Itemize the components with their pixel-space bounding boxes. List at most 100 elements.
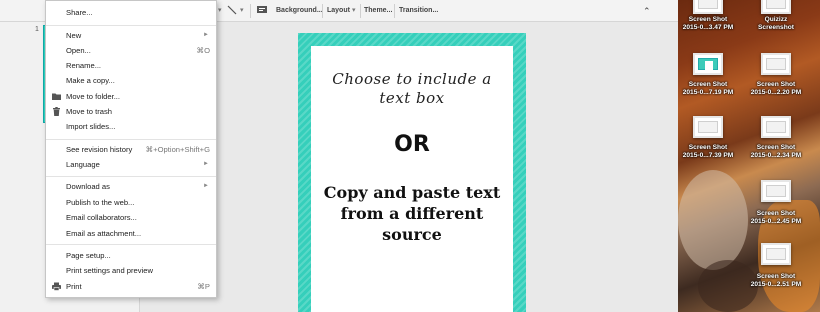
menu-item-language-label: Language [66, 160, 100, 169]
menu-item-new[interactable]: New ► [46, 28, 216, 43]
menu-item-download-as[interactable]: Download as ► [46, 179, 216, 194]
screenshot-thumbnail-icon [761, 116, 791, 138]
menu-item-move-to-folder-label: Move to folder... [66, 92, 121, 101]
toolbar-divider [394, 4, 395, 18]
submenu-arrow-icon: ► [203, 32, 209, 38]
menu-item-rename[interactable]: Rename... [46, 58, 216, 73]
menu-item-open[interactable]: Open... ⌘O [46, 43, 216, 58]
desktop-file-name: Screen Shot [756, 210, 796, 217]
desktop-file-name: 2015-0...3.47 PM [682, 24, 734, 31]
wallpaper-shape [678, 170, 748, 270]
fill-color-dropdown[interactable]: ▾ [218, 3, 222, 19]
desktop-file-icon[interactable]: Screen Shot 2015-0...7.39 PM [676, 116, 740, 160]
desktop-file-name: 2015-0...7.39 PM [682, 152, 734, 159]
folder-icon [52, 93, 61, 100]
slide-number: 1 [35, 26, 39, 33]
menu-item-revision-history-label: See revision history [66, 145, 133, 154]
menu-separator [46, 176, 216, 177]
desktop-file-name: Screen Shot [756, 81, 796, 88]
slide-content-area[interactable]: Choose to include a text box OR Copy and… [311, 46, 513, 312]
menu-item-download-as-label: Download as [66, 182, 110, 191]
comment-icon[interactable] [256, 4, 268, 16]
copy-line-1: Copy and paste text [323, 183, 501, 202]
menu-item-share-label: Share... [66, 8, 93, 17]
menu-item-move-to-trash[interactable]: Move to trash [46, 104, 216, 119]
layout-button[interactable]: Layout [327, 3, 350, 19]
slide[interactable]: Choose to include a text box OR Copy and… [298, 33, 526, 312]
menu-item-print[interactable]: Print ⌘P [46, 279, 216, 294]
menu-item-language[interactable]: Language ► [46, 157, 216, 172]
menu-item-email-attachment[interactable]: Email as attachment... [46, 226, 216, 241]
menu-item-move-to-trash-label: Move to trash [66, 107, 113, 116]
menu-item-publish[interactable]: Publish to the web... [46, 195, 216, 210]
line-tool-icon[interactable] [226, 4, 238, 16]
screenshot-thumbnail-icon [761, 0, 791, 14]
menu-item-import-slides[interactable]: Import slides... [46, 119, 216, 134]
menu-item-print-label: Print [66, 282, 82, 291]
menu-item-import-slides-label: Import slides... [66, 122, 116, 131]
desktop-file-name: 2015-0...7.19 PM [682, 89, 734, 96]
menu-item-revision-history[interactable]: See revision history ⌘+Option+Shift+G [46, 142, 216, 157]
desktop-file-name: Screen Shot [756, 144, 796, 151]
menu-item-share[interactable]: Share... [46, 5, 216, 20]
printer-icon [52, 282, 61, 291]
desktop-file-name: Screen Shot [688, 81, 728, 88]
menu-item-print-settings[interactable]: Print settings and preview [46, 263, 216, 278]
desktop-file-name: 2015-0...2.34 PM [750, 152, 802, 159]
trash-icon [53, 107, 60, 116]
desktop-file-name: Screen Shot [688, 16, 728, 23]
toolbar-divider [322, 4, 323, 18]
submenu-arrow-icon: ► [203, 183, 209, 189]
instruction-line-1: Choose to include a [332, 70, 492, 88]
desktop-file-name: Screenshot [758, 24, 794, 31]
menu-item-email-collaborators[interactable]: Email collaborators... [46, 210, 216, 225]
screenshot-thumbnail-icon [761, 243, 791, 265]
desktop-file-icon[interactable]: Screen Shot 2015-0...2.51 PM [744, 243, 808, 289]
toolbar-divider [250, 4, 251, 18]
menu-item-email-collaborators-label: Email collaborators... [66, 213, 137, 222]
copy-line-3: source [382, 225, 442, 244]
desktop-background: Screen Shot 2015-0...3.47 PM Quizizz Scr… [678, 0, 820, 312]
menu-separator [46, 244, 216, 245]
submenu-arrow-icon: ► [203, 161, 209, 167]
menu-item-make-copy[interactable]: Make a copy... [46, 73, 216, 88]
layout-dropdown[interactable]: ▾ [352, 3, 356, 19]
desktop-file-icon[interactable]: Screen Shot 2015-0...2.45 PM [744, 180, 808, 226]
menu-item-page-setup[interactable]: Page setup... [46, 248, 216, 263]
desktop-file-name: 2015-0...2.51 PM [750, 281, 802, 288]
open-shortcut: ⌘O [196, 46, 210, 55]
transition-button[interactable]: Transition... [399, 3, 438, 19]
desktop-file-name: Quizizz [764, 16, 788, 23]
collapse-toolbar-icon[interactable]: ⌃ [643, 3, 651, 19]
menu-item-move-to-folder[interactable]: Move to folder... [46, 89, 216, 104]
menu-item-page-setup-label: Page setup... [66, 251, 111, 260]
or-text[interactable]: OR [311, 132, 513, 157]
menu-item-publish-label: Publish to the web... [66, 198, 135, 207]
toolbar-divider [360, 4, 361, 18]
menu-item-open-label: Open... [66, 46, 91, 55]
desktop-file-name: Screen Shot [756, 273, 796, 280]
background-button[interactable]: Background... [276, 3, 323, 19]
file-menu: Share... New ► Open... ⌘O Rename... Make… [45, 0, 217, 298]
screenshot-thumbnail-icon [761, 180, 791, 202]
desktop-file-icon[interactable]: Screen Shot 2015-0...2.20 PM [744, 53, 808, 97]
menu-item-rename-label: Rename... [66, 61, 102, 70]
screenshot-thumbnail-icon [693, 53, 723, 75]
desktop-file-icon[interactable]: Screen Shot 2015-0...2.34 PM [744, 116, 808, 160]
screenshot-thumbnail-icon [693, 0, 723, 14]
instruction-text[interactable]: Choose to include a text box [311, 70, 513, 108]
desktop-file-name: 2015-0...2.20 PM [750, 89, 802, 96]
theme-button[interactable]: Theme... [364, 3, 392, 19]
revision-history-shortcut: ⌘+Option+Shift+G [145, 145, 210, 154]
desktop-file-name: 2015-0...2.45 PM [750, 218, 802, 225]
menu-separator [46, 139, 216, 140]
copy-paste-text[interactable]: Copy and paste text from a different sou… [321, 182, 503, 245]
line-dropdown[interactable]: ▾ [240, 3, 244, 19]
slide-canvas: Choose to include a text box OR Copy and… [141, 22, 678, 312]
print-shortcut: ⌘P [197, 282, 210, 291]
copy-line-2: from a different [340, 204, 484, 223]
desktop-file-icon[interactable]: Quizizz Screenshot [744, 0, 808, 32]
desktop-file-icon[interactable]: Screen Shot 2015-0...3.47 PM [676, 0, 740, 32]
desktop-file-icon[interactable]: Screen Shot 2015-0...7.19 PM [676, 53, 740, 97]
menu-item-print-settings-label: Print settings and preview [66, 266, 153, 275]
